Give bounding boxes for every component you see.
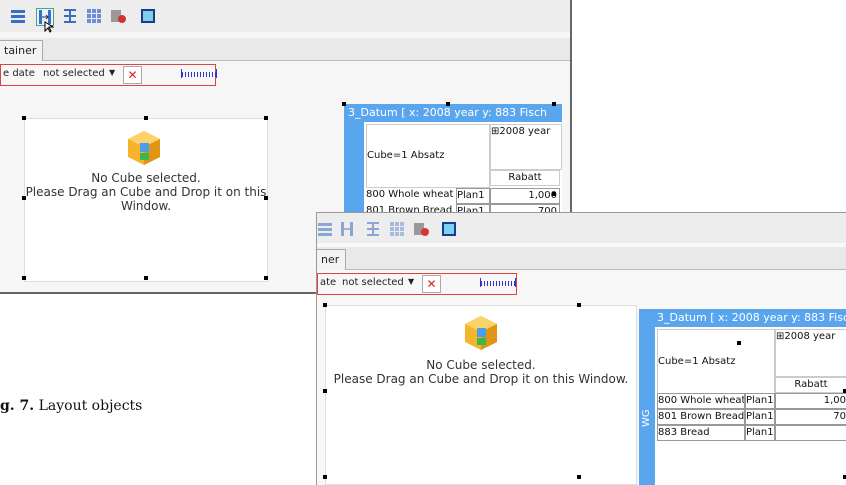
row-label: 883 Bread	[657, 425, 745, 441]
message-line: Please Drag an Cube and Drop it on this …	[333, 372, 629, 386]
resize-handle[interactable]	[342, 102, 346, 106]
cube-icon	[462, 314, 500, 352]
resize-handle[interactable]	[22, 276, 26, 280]
split-icon[interactable]	[365, 221, 381, 237]
resize-handle[interactable]	[323, 475, 327, 479]
cube-delete-icon[interactable]	[413, 221, 429, 237]
resize-handle[interactable]	[737, 341, 741, 345]
pivot-table: 3_Datum [ x: 2008 year y: 883 Fisc WG Cu…	[639, 309, 846, 485]
resize-handle[interactable]	[446, 102, 450, 106]
date-filter: e date not selected ▼ ✕	[0, 64, 217, 86]
chart-icon[interactable]	[140, 8, 156, 24]
row-plan: Plan1	[745, 425, 775, 441]
empty-cube-panel: No Cube selected. Please Drag an Cube an…	[24, 118, 268, 282]
column-header[interactable]: ⊞2008 year	[775, 329, 846, 377]
resize-handle[interactable]	[323, 303, 327, 307]
empty-cube-message: No Cube selected. Please Drag an Cube an…	[25, 171, 267, 213]
resize-handle[interactable]	[22, 116, 26, 120]
toolbar	[317, 213, 846, 243]
figure-caption: g. 7. Layout objects	[0, 398, 142, 414]
message-line: Window.	[120, 199, 172, 213]
toolbar	[0, 0, 570, 33]
resize-handle[interactable]	[577, 303, 581, 307]
split-icon[interactable]	[62, 8, 78, 24]
rows-icon[interactable]	[317, 221, 333, 237]
clear-filter-button[interactable]: ✕	[422, 275, 441, 293]
row-label: 800 Whole wheat	[657, 393, 745, 409]
resize-handle[interactable]	[577, 475, 581, 479]
resize-handle[interactable]	[552, 102, 556, 106]
resize-handle[interactable]	[144, 276, 148, 280]
resize-handle[interactable]	[22, 196, 26, 200]
caption-label: g. 7.	[0, 398, 35, 414]
pivot-side-bar: WG	[639, 309, 655, 485]
pivot-header: 3_Datum [ x: 2008 year y: 883 Fisch	[344, 104, 562, 122]
tab-bar: ner	[317, 247, 846, 270]
grid-icon[interactable]	[389, 221, 405, 237]
filter-label: ate	[320, 277, 337, 288]
filter-select[interactable]: not selected	[342, 277, 404, 288]
row-value[interactable]: 1,000	[490, 188, 560, 204]
filter-label: e date	[3, 68, 35, 79]
column-subheader: Rabatt	[775, 377, 846, 393]
ruler-icon	[181, 69, 217, 78]
caption-text: Layout objects	[34, 398, 143, 414]
filter-select[interactable]: not selected	[43, 68, 105, 79]
columns-icon[interactable]	[339, 221, 355, 237]
row-label: 800 Whole wheat	[366, 188, 454, 202]
message-line: Please Drag an Cube and Drop it on this	[25, 185, 267, 199]
pivot-corner: Cube=1 Absatz	[366, 124, 490, 188]
tab-label: ner	[321, 253, 340, 266]
message-line: No Cube selected.	[426, 358, 536, 372]
tab-container[interactable]: ner	[317, 249, 347, 270]
row-plan: Plan1	[745, 409, 775, 425]
clear-filter-button[interactable]: ✕	[123, 66, 142, 84]
row-value[interactable]	[775, 425, 846, 441]
rows-icon[interactable]	[10, 8, 26, 24]
resize-handle[interactable]	[323, 389, 327, 393]
resize-handle[interactable]	[264, 116, 268, 120]
empty-cube-message: No Cube selected. Please Drag an Cube an…	[326, 358, 636, 386]
cube-delete-icon[interactable]	[110, 8, 126, 24]
row-value[interactable]: 70	[775, 409, 846, 425]
resize-handle[interactable]	[264, 196, 268, 200]
chart-icon[interactable]	[441, 221, 457, 237]
side-label: WG	[641, 409, 652, 427]
screenshot-bottom: ner ate not selected ▼ ✕ No Cube selecte…	[316, 212, 846, 485]
chevron-down-icon[interactable]: ▼	[408, 277, 414, 286]
mouse-cursor-icon	[44, 21, 54, 33]
resize-handle[interactable]	[144, 116, 148, 120]
row-value[interactable]: 1,00	[775, 393, 846, 409]
row-plan: Plan1	[745, 393, 775, 409]
message-line: No Cube selected.	[91, 171, 201, 185]
chevron-down-icon[interactable]: ▼	[109, 68, 115, 77]
resize-handle[interactable]	[264, 276, 268, 280]
ruler-icon	[480, 278, 516, 287]
column-subheader: Rabatt	[490, 170, 560, 186]
empty-cube-panel: No Cube selected. Please Drag an Cube an…	[325, 305, 637, 485]
column-header[interactable]: ⊞2008 year	[490, 124, 562, 170]
date-filter: ate not selected ▼ ✕	[317, 273, 517, 295]
tab-bar: tainer	[0, 38, 570, 61]
row-plan: Plan1	[456, 188, 490, 204]
pivot-header: 3_Datum [ x: 2008 year y: 883 Fisc	[655, 309, 846, 327]
tab-label: tainer	[4, 44, 37, 57]
tab-container[interactable]: tainer	[0, 40, 44, 61]
cube-icon	[125, 129, 163, 167]
pivot-corner: Cube=1 Absatz	[657, 329, 775, 395]
grid-icon[interactable]	[86, 8, 102, 24]
resize-handle[interactable]	[552, 192, 556, 196]
row-label: 801 Brown Bread	[657, 409, 745, 425]
